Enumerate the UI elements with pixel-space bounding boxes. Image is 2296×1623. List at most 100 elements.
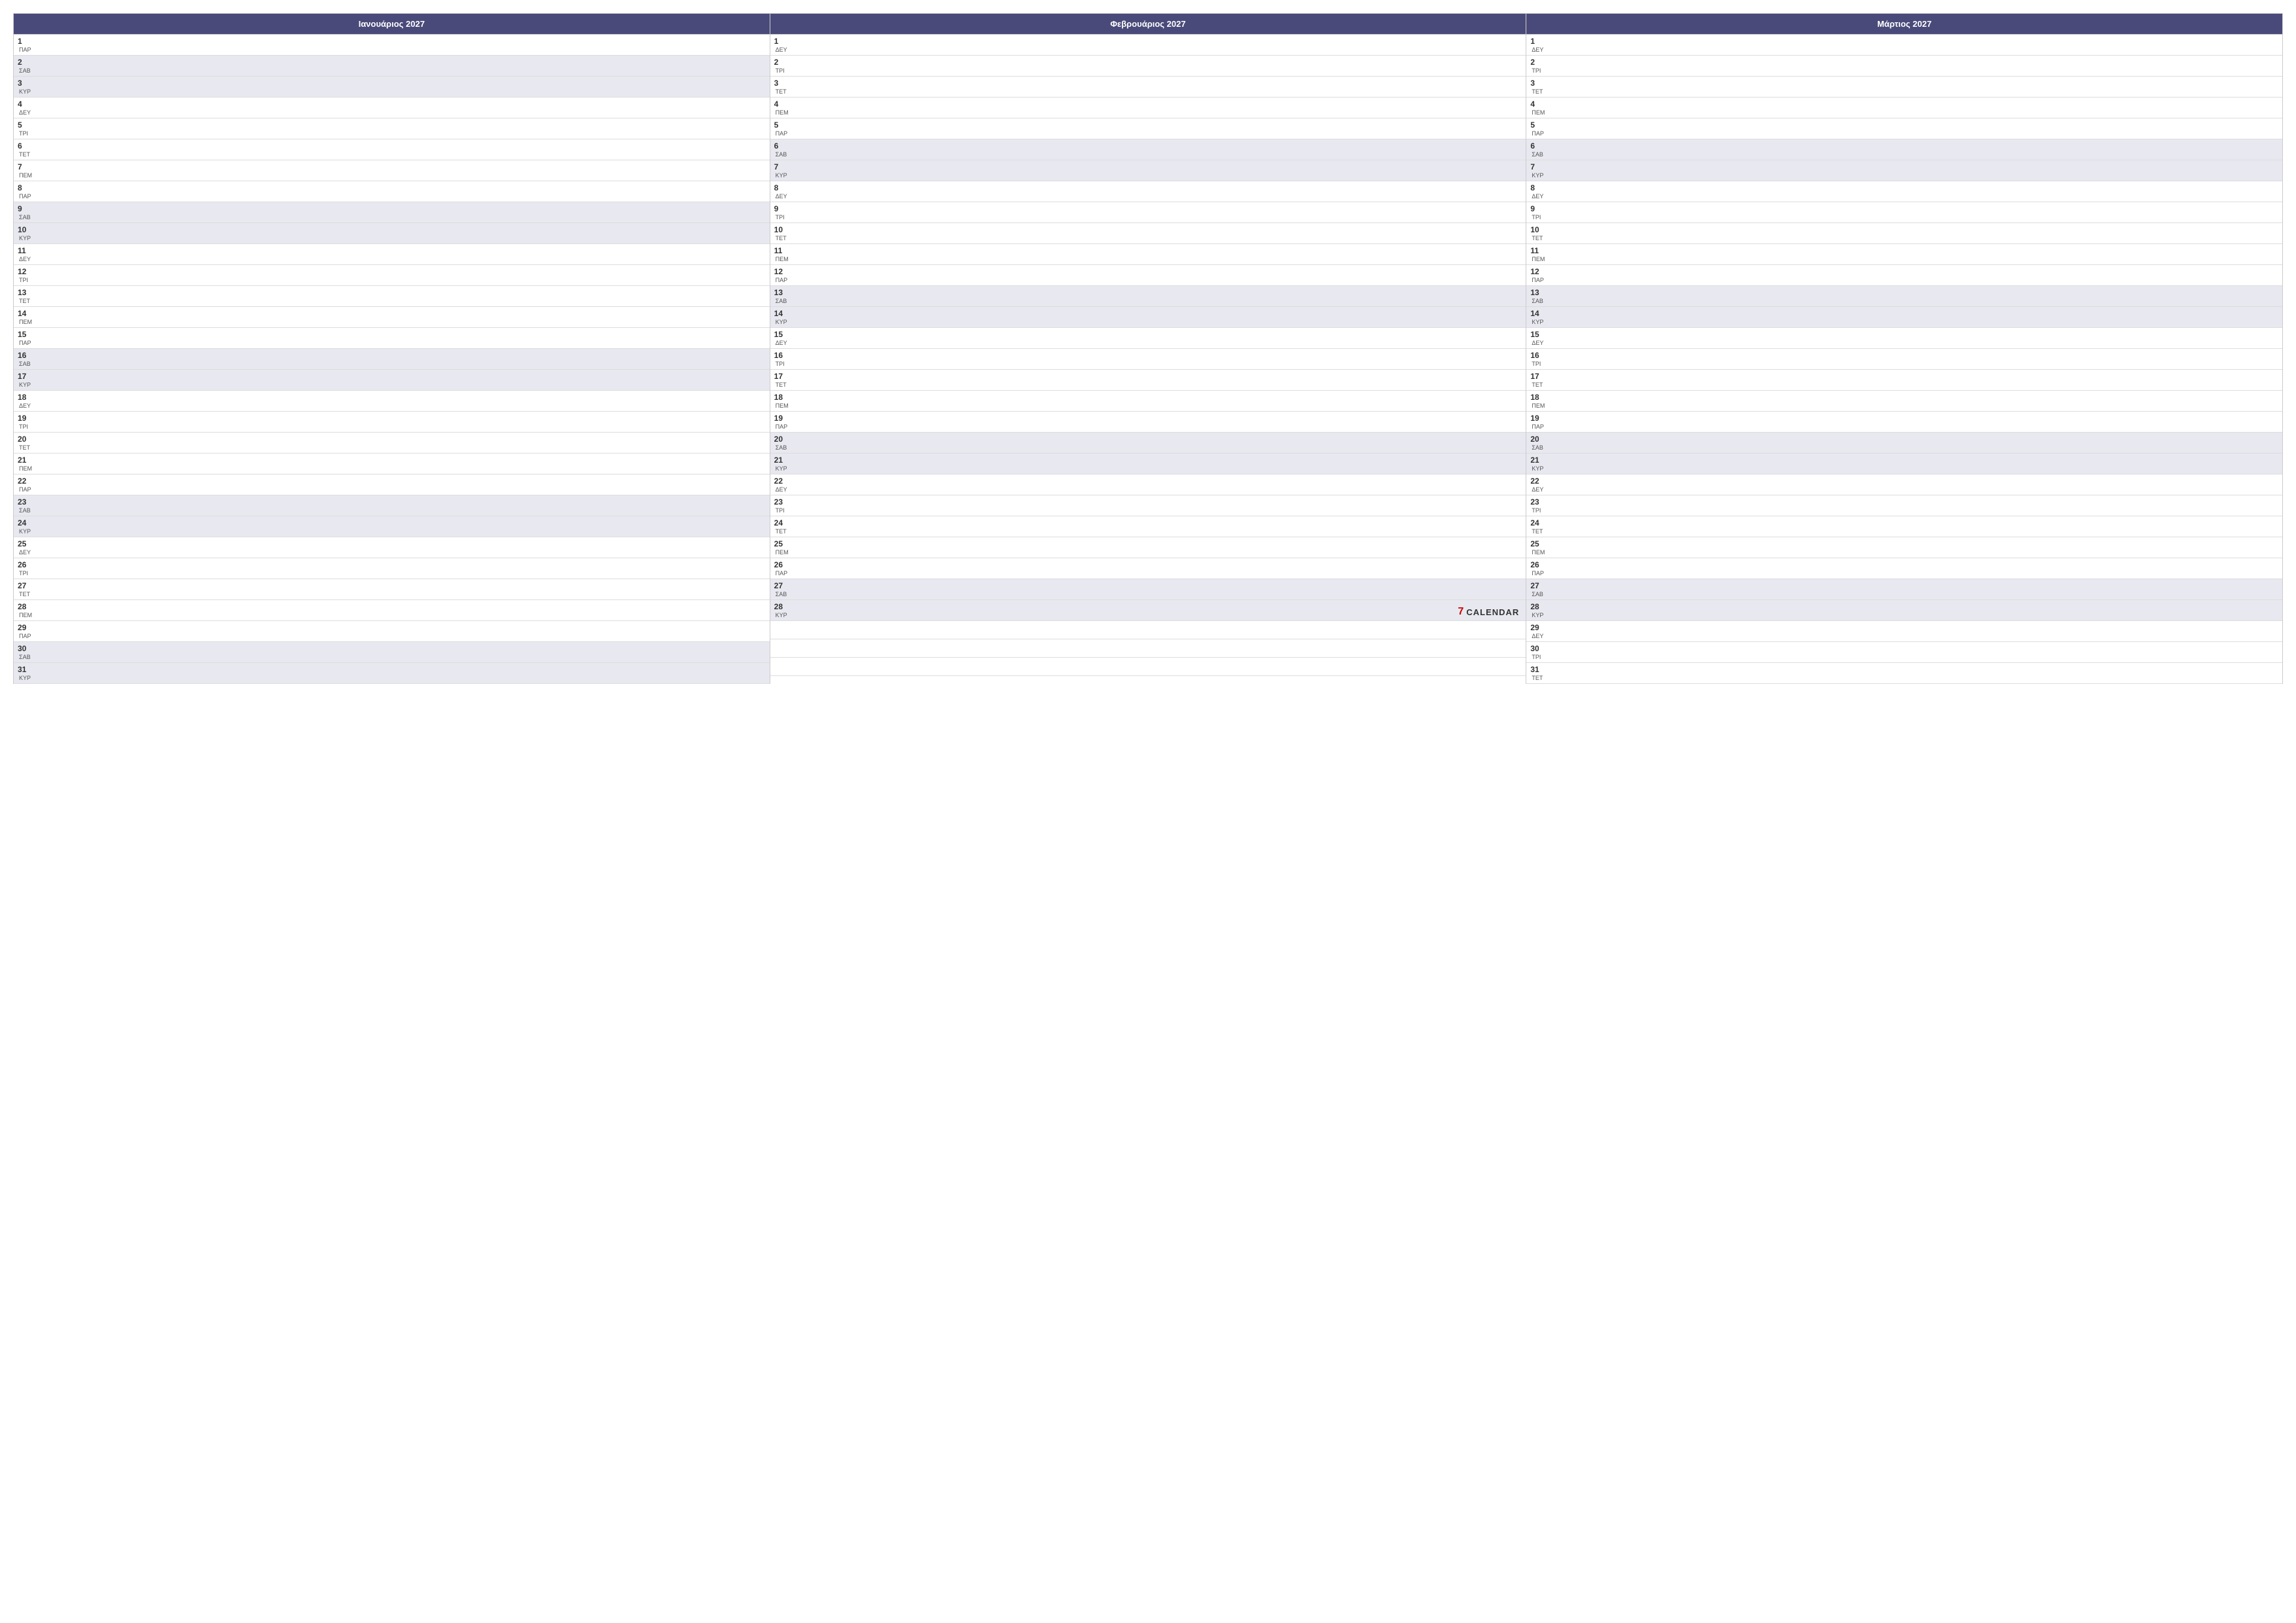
day-row: 6ΣΑΒ bbox=[770, 139, 1526, 160]
day-content: 21ΚΥΡ bbox=[1530, 455, 2278, 472]
day-row: 26ΤΡΙ bbox=[14, 558, 770, 579]
day-row: 11ΔΕΥ bbox=[14, 244, 770, 265]
day-number: 11 bbox=[18, 246, 766, 255]
day-content: 23ΤΡΙ bbox=[1530, 497, 2278, 514]
day-content: 19ΠΑΡ bbox=[774, 414, 1522, 430]
day-content: 28ΚΥΡ bbox=[774, 602, 1522, 618]
day-row bbox=[770, 658, 1526, 676]
day-name: ΤΕΤ bbox=[1532, 235, 2278, 241]
day-name: ΠΑΡ bbox=[1532, 277, 2278, 283]
day-row: 10ΚΥΡ bbox=[14, 223, 770, 244]
day-name: ΚΥΡ bbox=[1532, 465, 2278, 472]
day-number: 19 bbox=[18, 414, 766, 423]
day-name: ΤΡΙ bbox=[776, 507, 1522, 514]
day-content: 14ΚΥΡ bbox=[1530, 309, 2278, 325]
day-row: 2ΤΡΙ bbox=[770, 56, 1526, 77]
day-content: 20ΣΑΒ bbox=[774, 435, 1522, 451]
day-row: 8ΔΕΥ bbox=[770, 181, 1526, 202]
day-content: 8ΔΕΥ bbox=[1530, 183, 2278, 200]
day-number: 1 bbox=[1530, 37, 2278, 46]
day-name: ΠΕΜ bbox=[1532, 549, 2278, 556]
day-content: 10ΤΕΤ bbox=[1530, 225, 2278, 241]
day-row: 16ΣΑΒ bbox=[14, 349, 770, 370]
day-number: 12 bbox=[18, 267, 766, 276]
day-row: 7ΚΥΡ bbox=[1526, 160, 2282, 181]
day-name: ΤΕΤ bbox=[776, 528, 1522, 535]
day-number: 4 bbox=[1530, 99, 2278, 109]
day-name: ΠΕΜ bbox=[19, 319, 766, 325]
day-name: ΤΡΙ bbox=[19, 277, 766, 283]
month-column-march: Μάρτιος 20271ΔΕΥ2ΤΡΙ3ΤΕΤ4ΠΕΜ5ΠΑΡ6ΣΑΒ7ΚΥΡ… bbox=[1526, 14, 2283, 684]
day-name: ΔΕΥ bbox=[776, 46, 1522, 53]
day-content: 22ΔΕΥ bbox=[1530, 476, 2278, 493]
day-name: ΠΕΜ bbox=[776, 549, 1522, 556]
day-name: ΔΕΥ bbox=[1532, 46, 2278, 53]
day-row: 15ΔΕΥ bbox=[1526, 328, 2282, 349]
day-content: 21ΚΥΡ bbox=[774, 455, 1522, 472]
day-row: 25ΠΕΜ bbox=[770, 537, 1526, 558]
day-name: ΠΑΡ bbox=[19, 46, 766, 53]
day-content: 18ΠΕΜ bbox=[1530, 393, 2278, 409]
day-name: ΔΕΥ bbox=[776, 340, 1522, 346]
calendar-grid: Ιανουάριος 20271ΠΑΡ2ΣΑΒ3ΚΥΡ4ΔΕΥ5ΤΡΙ6ΤΕΤ7… bbox=[13, 13, 2283, 684]
day-content: 26ΠΑΡ bbox=[1530, 560, 2278, 577]
day-content: 15ΔΕΥ bbox=[1530, 330, 2278, 346]
day-content: 9ΤΡΙ bbox=[1530, 204, 2278, 221]
day-content: 11ΠΕΜ bbox=[1530, 246, 2278, 262]
day-name: ΠΕΜ bbox=[776, 109, 1522, 116]
day-content: 17ΤΕΤ bbox=[774, 372, 1522, 388]
day-number: 12 bbox=[1530, 267, 2278, 276]
day-row: 19ΠΑΡ bbox=[1526, 412, 2282, 433]
day-content: 31ΚΥΡ bbox=[18, 665, 766, 681]
day-number: 13 bbox=[1530, 288, 2278, 297]
day-row: 5ΠΑΡ bbox=[770, 118, 1526, 139]
day-number: 28 bbox=[18, 602, 766, 611]
day-number: 25 bbox=[774, 539, 1522, 548]
day-content: 26ΤΡΙ bbox=[18, 560, 766, 577]
day-number: 15 bbox=[18, 330, 766, 339]
day-row: 18ΠΕΜ bbox=[1526, 391, 2282, 412]
day-row: 26ΠΑΡ bbox=[770, 558, 1526, 579]
day-content: 10ΤΕΤ bbox=[774, 225, 1522, 241]
day-row: 30ΤΡΙ bbox=[1526, 642, 2282, 663]
day-row: 14ΚΥΡ bbox=[770, 307, 1526, 328]
day-name: ΠΕΜ bbox=[19, 612, 766, 618]
day-name: ΣΑΒ bbox=[1532, 591, 2278, 597]
day-number: 6 bbox=[18, 141, 766, 151]
day-number: 29 bbox=[18, 623, 766, 632]
day-name: ΤΡΙ bbox=[19, 130, 766, 137]
day-name: ΔΕΥ bbox=[1532, 193, 2278, 200]
day-name: ΚΥΡ bbox=[19, 382, 766, 388]
day-name: ΤΕΤ bbox=[776, 235, 1522, 241]
day-number: 2 bbox=[18, 58, 766, 67]
day-content: 19ΠΑΡ bbox=[1530, 414, 2278, 430]
day-row: 28ΠΕΜ bbox=[14, 600, 770, 621]
day-content: 1ΠΑΡ bbox=[18, 37, 766, 53]
day-row: 2ΣΑΒ bbox=[14, 56, 770, 77]
day-number: 6 bbox=[774, 141, 1522, 151]
day-number: 20 bbox=[1530, 435, 2278, 444]
day-name: ΣΑΒ bbox=[1532, 444, 2278, 451]
day-name: ΔΕΥ bbox=[19, 402, 766, 409]
day-content: 8ΔΕΥ bbox=[774, 183, 1522, 200]
day-content: 24ΤΕΤ bbox=[1530, 518, 2278, 535]
day-number: 16 bbox=[774, 351, 1522, 360]
day-row bbox=[770, 621, 1526, 639]
day-name: ΤΡΙ bbox=[1532, 361, 2278, 367]
day-number: 14 bbox=[1530, 309, 2278, 318]
day-number: 18 bbox=[774, 393, 1522, 402]
day-content: 30ΤΡΙ bbox=[1530, 644, 2278, 660]
day-name: ΠΑΡ bbox=[776, 130, 1522, 137]
day-row: 26ΠΑΡ bbox=[1526, 558, 2282, 579]
day-number: 17 bbox=[1530, 372, 2278, 381]
day-content: 24ΚΥΡ bbox=[18, 518, 766, 535]
day-name: ΤΡΙ bbox=[1532, 67, 2278, 74]
day-number: 26 bbox=[18, 560, 766, 569]
day-name: ΤΕΤ bbox=[776, 88, 1522, 95]
day-number: 24 bbox=[18, 518, 766, 527]
day-row: 18ΔΕΥ bbox=[14, 391, 770, 412]
day-name: ΔΕΥ bbox=[776, 486, 1522, 493]
day-content: 5ΠΑΡ bbox=[1530, 120, 2278, 137]
day-number: 5 bbox=[18, 120, 766, 130]
day-name: ΣΑΒ bbox=[19, 507, 766, 514]
